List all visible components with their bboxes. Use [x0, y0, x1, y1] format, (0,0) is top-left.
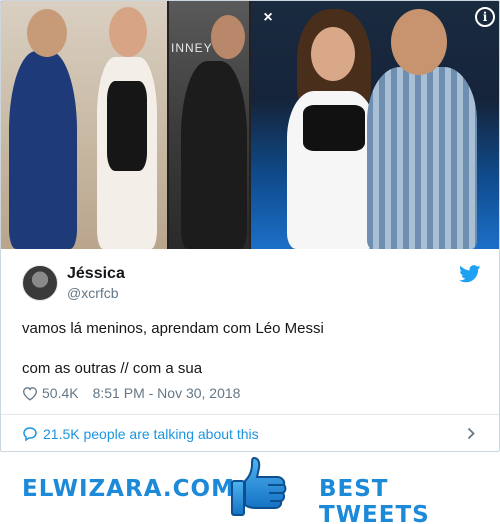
timestamp[interactable]: 8:51 PM - Nov 30, 2018 [93, 385, 241, 401]
conversation-link[interactable]: 21.5K people are talking about this [1, 415, 499, 451]
photo-figure [27, 9, 67, 57]
photo-figure [367, 67, 477, 249]
chevron-right-icon[interactable] [467, 427, 475, 440]
user-handle[interactable]: @xcrfcb [67, 285, 119, 301]
brand-site-name: ELWIZARA.COM [22, 476, 235, 502]
close-icon[interactable]: × [257, 7, 279, 29]
info-icon[interactable]: i [475, 7, 495, 27]
brand-tagline: BEST TWEETS [319, 476, 430, 524]
heart-icon[interactable] [22, 386, 38, 401]
avatar[interactable] [22, 265, 58, 301]
backdrop-sign-text: INNEY [171, 41, 213, 55]
tweet-meta: 50.4K 8:51 PM - Nov 30, 2018 [22, 385, 240, 401]
photo-figure [303, 105, 365, 151]
conversation-text[interactable]: 21.5K people are talking about this [43, 426, 259, 442]
photo-middle[interactable]: INNEY [169, 1, 249, 249]
display-name[interactable]: Jéssica [67, 265, 125, 283]
tweet-text-line: com as outras // com a sua [22, 360, 203, 377]
speech-bubble-icon [23, 426, 37, 441]
tweet-card: INNEY × i Jéssica @xcrfcb vamos lá menin… [0, 0, 500, 452]
photo-figure [109, 7, 147, 57]
photo-figure [311, 27, 355, 81]
photo-right[interactable] [251, 1, 499, 249]
photo-figure [107, 81, 147, 171]
twitter-bird-icon[interactable] [459, 265, 481, 283]
tweet-text-line: vamos lá meninos, aprendam com Léo Messi [22, 320, 324, 337]
tweet-text: vamos lá meninos, aprendam com Léo Messi… [22, 319, 482, 379]
photo-figure [9, 51, 77, 249]
media-collage[interactable]: INNEY × i [1, 1, 499, 249]
footer-branding: ELWIZARA.COM BEST TWEETS [0, 452, 500, 524]
photo-figure [211, 15, 245, 59]
like-count[interactable]: 50.4K [42, 385, 79, 401]
photo-left[interactable] [1, 1, 167, 249]
photo-figure [181, 61, 247, 249]
photo-figure [391, 9, 447, 75]
thumbs-up-icon [231, 456, 287, 516]
